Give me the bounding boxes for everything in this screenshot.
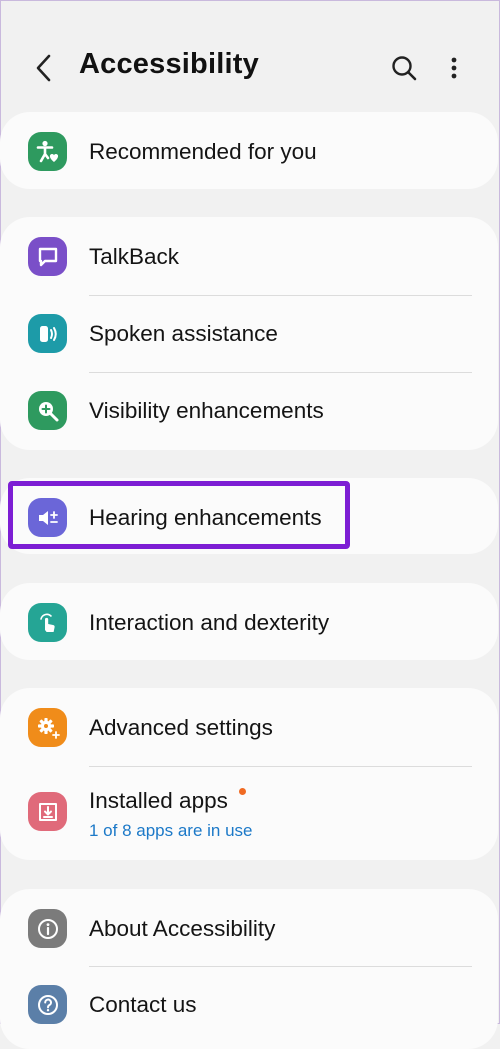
card-settings: Advanced settings Installed apps 1 of 8 … bbox=[0, 688, 498, 860]
item-installed-apps[interactable]: Installed apps 1 of 8 apps are in use bbox=[0, 766, 498, 860]
item-spoken-assistance[interactable]: Spoken assistance bbox=[0, 295, 498, 373]
item-talkback[interactable]: TalkBack bbox=[0, 217, 498, 295]
item-label: Hearing enhancements bbox=[89, 505, 322, 530]
item-label: About Accessibility bbox=[89, 916, 276, 941]
question-icon bbox=[28, 985, 67, 1024]
item-label: Visibility enhancements bbox=[89, 398, 324, 423]
card-recommended: Recommended for you bbox=[0, 112, 498, 189]
item-label: Spoken assistance bbox=[89, 321, 278, 346]
item-label: Interaction and dexterity bbox=[89, 610, 330, 635]
info-icon bbox=[28, 909, 67, 948]
accessibility-person-heart-icon bbox=[28, 132, 67, 171]
back-arrow-icon bbox=[36, 54, 51, 82]
card-hearing: Hearing enhancements bbox=[0, 478, 498, 554]
page-title: Accessibility bbox=[79, 48, 259, 80]
speaker-waves-icon bbox=[28, 314, 67, 353]
more-vertical-icon bbox=[451, 57, 457, 79]
card-vision: TalkBack Spoken assistance Visibility en… bbox=[0, 217, 498, 450]
search-button[interactable] bbox=[390, 54, 418, 82]
card-interaction: Interaction and dexterity bbox=[0, 583, 498, 660]
item-recommended-for-you[interactable]: Recommended for you bbox=[0, 112, 498, 189]
speaker-plus-minus-icon bbox=[28, 498, 67, 537]
new-badge-dot bbox=[239, 788, 246, 795]
item-interaction-and-dexterity[interactable]: Interaction and dexterity bbox=[0, 583, 498, 660]
item-contact-us[interactable]: Contact us bbox=[0, 966, 498, 1044]
gear-plus-icon bbox=[28, 708, 67, 747]
item-about-accessibility[interactable]: About Accessibility bbox=[0, 889, 498, 967]
app-bar: Accessibility bbox=[0, 28, 500, 108]
item-visibility-enhancements[interactable]: Visibility enhancements bbox=[0, 372, 498, 450]
download-tray-icon bbox=[28, 792, 67, 831]
item-label: Advanced settings bbox=[89, 715, 273, 740]
item-label: Recommended for you bbox=[89, 139, 317, 164]
card-about: About Accessibility Contact us bbox=[0, 889, 498, 1049]
item-label: Contact us bbox=[89, 992, 197, 1017]
item-label: Installed apps bbox=[89, 788, 228, 813]
speech-bubble-icon bbox=[28, 237, 67, 276]
back-button[interactable] bbox=[30, 52, 58, 84]
more-options-button[interactable] bbox=[444, 52, 464, 84]
search-icon bbox=[392, 56, 417, 81]
item-sublabel: 1 of 8 apps are in use bbox=[89, 821, 253, 840]
item-hearing-enhancements[interactable]: Hearing enhancements bbox=[0, 478, 498, 554]
magnifier-plus-icon bbox=[28, 391, 67, 430]
item-advanced-settings[interactable]: Advanced settings bbox=[0, 688, 498, 766]
hand-tap-icon bbox=[28, 603, 67, 642]
item-label: TalkBack bbox=[89, 244, 180, 269]
